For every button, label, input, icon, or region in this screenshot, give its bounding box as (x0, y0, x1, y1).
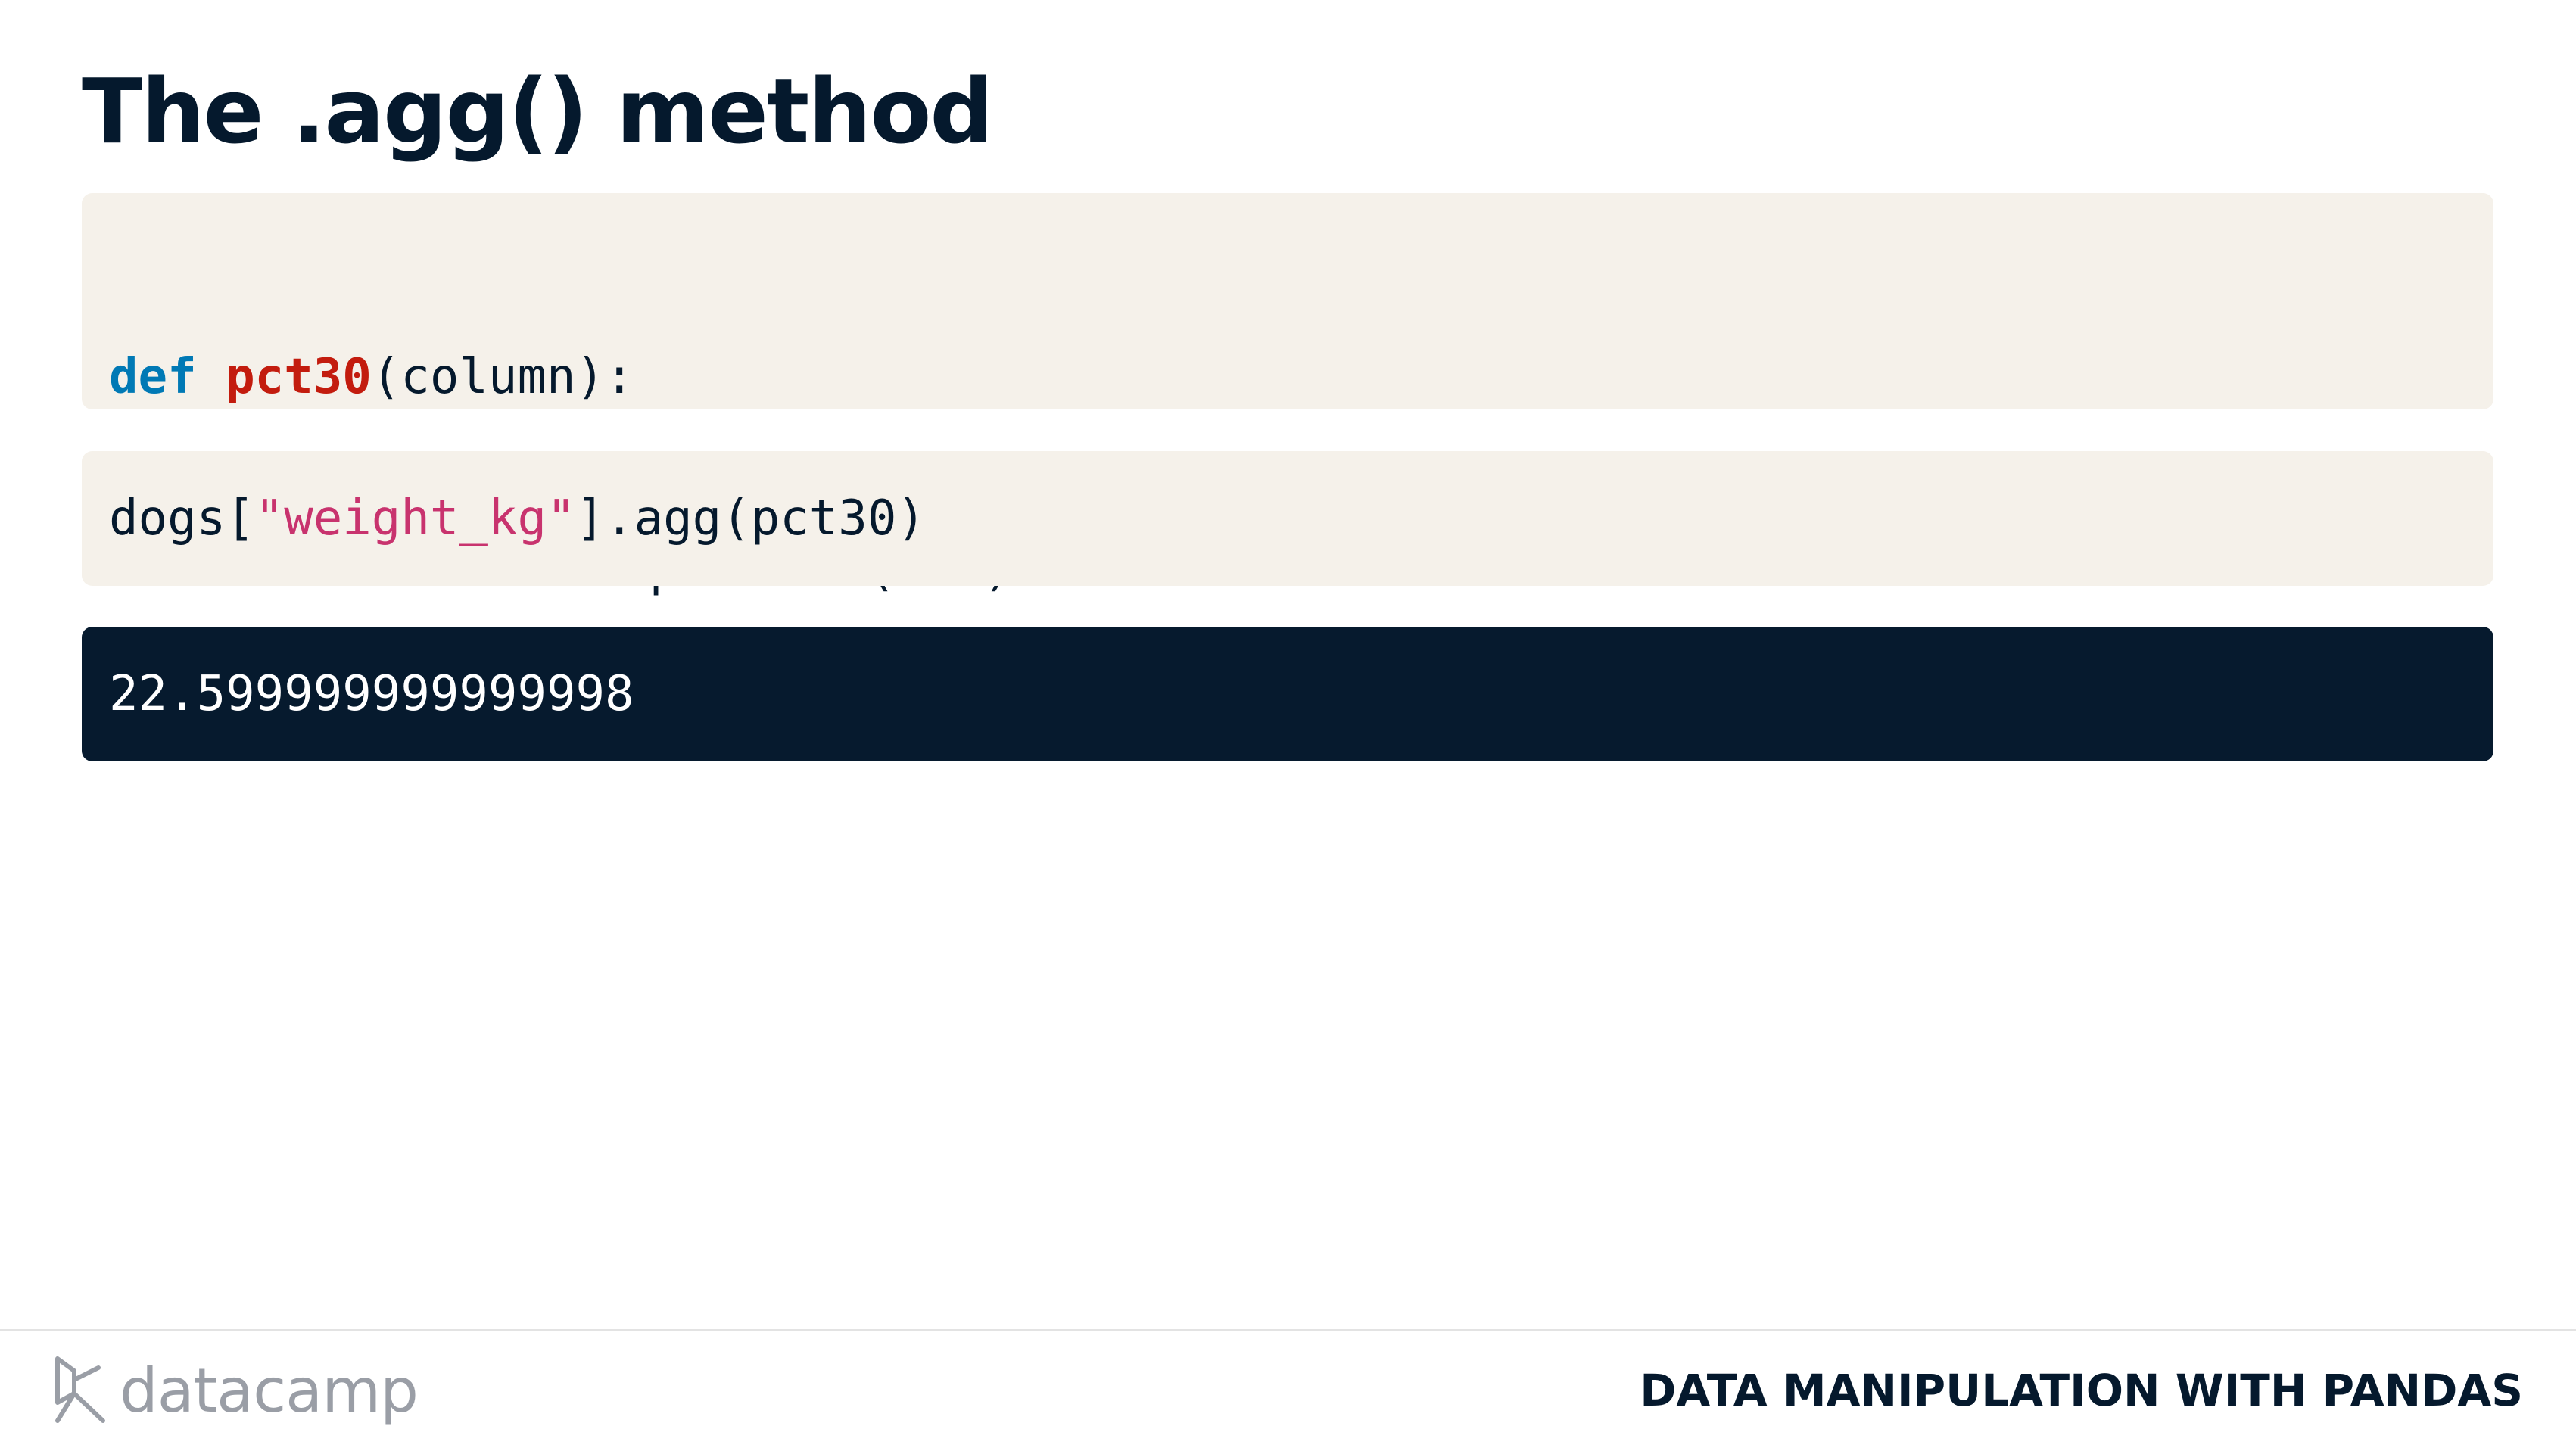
output-block: 22.599999999999998 (82, 627, 2493, 761)
output-value: 22.599999999999998 (109, 666, 634, 722)
keyword-def: def (109, 349, 197, 405)
datacamp-logo-text: datacamp (120, 1355, 419, 1426)
slide-title: The .agg() method (82, 59, 994, 163)
function-definition-code-block: def pct30(column): return column.quantil… (82, 193, 2493, 597)
call-suffix: ].agg(pct30) (575, 490, 926, 546)
course-name: DATA MANIPULATION WITH PANDAS (1640, 1365, 2523, 1416)
call-prefix: dogs[ (109, 490, 255, 546)
footer-divider (0, 1329, 2576, 1331)
function-params: (column): (371, 349, 634, 405)
datacamp-logo-icon (53, 1354, 107, 1427)
datacamp-logo: datacamp (53, 1349, 419, 1432)
code-line-def: def pct30(column): (109, 337, 2493, 417)
function-name: pct30 (226, 349, 372, 405)
agg-call-code-block: dogs["weight_kg"].agg(pct30) (82, 451, 2493, 586)
column-string: "weight_kg" (254, 490, 576, 546)
